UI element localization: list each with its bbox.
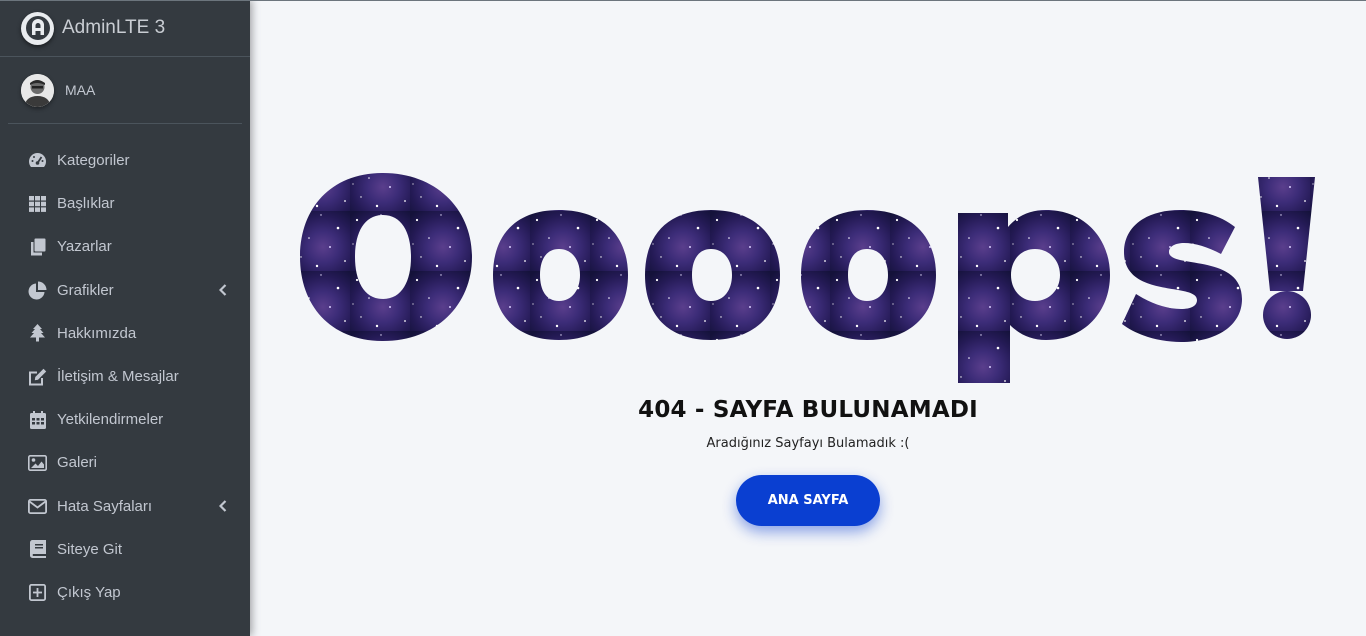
grid-icon [28, 194, 47, 213]
plus-square-icon [28, 583, 47, 602]
sidebar-item-iletisim-mesajlar[interactable]: İletişim & Mesajlar [0, 355, 250, 398]
tree-icon [28, 324, 47, 343]
calendar-icon [28, 410, 47, 429]
sidebar-item-label: Siteye Git [57, 540, 123, 558]
sidebar-item-kategoriler[interactable]: Kategoriler [0, 139, 250, 182]
top-border-line [0, 0, 1366, 1]
sidebar-item-yazarlar[interactable]: Yazarlar [0, 225, 250, 268]
sidebar-item-label: Hata Sayfaları [57, 497, 153, 515]
sidebar-item-label: İletişim & Mesajlar [57, 368, 179, 386]
book-icon [28, 540, 47, 559]
sidebar-item-hakkimizda[interactable]: Hakkımızda [0, 312, 250, 355]
pie-chart-icon [28, 281, 47, 300]
main-content: 404 - SAYFA BULUNAMADI Aradığınız Sayfay… [250, 1, 1366, 636]
sidebar-item-label: Çıkış Yap [57, 583, 121, 601]
chevron-left-icon [218, 499, 228, 513]
sidebar-item-hata-sayfalari[interactable]: Hata Sayfaları [0, 485, 250, 528]
brand-name: AdminLTE 3 [62, 17, 166, 38]
sidebar-item-galeri[interactable]: Galeri [0, 441, 250, 484]
adminlte-logo-icon [21, 11, 54, 45]
home-button[interactable]: ANA SAYFA [736, 475, 880, 526]
sidebar-item-label: Hakkımızda [57, 324, 137, 342]
user-name: MAA [65, 82, 96, 98]
envelope-icon [28, 497, 47, 516]
chevron-left-icon [218, 283, 228, 297]
sidebar-item-grafikler[interactable]: Grafikler [0, 269, 250, 312]
sidebar-item-siteye-git[interactable]: Siteye Git [0, 528, 250, 571]
sidebar-item-label: Kategoriler [57, 152, 130, 170]
user-panel[interactable]: MAA [8, 57, 242, 124]
copy-icon [28, 237, 47, 256]
sidebar-item-label: Başlıklar [57, 195, 115, 213]
sidebar-item-label: Yetkilendirmeler [57, 411, 164, 429]
sidebar-item-basliklar[interactable]: Başlıklar [0, 182, 250, 225]
sidebar-item-cikis-yap[interactable]: Çıkış Yap [0, 571, 250, 614]
brand-link[interactable]: AdminLTE 3 [0, 0, 250, 57]
sidebar: AdminLTE 3 MAA Kategoriler Başlıklar Yaz… [0, 0, 250, 636]
sidebar-item-label: Galeri [57, 454, 98, 472]
error-title: 404 - SAYFA BULUNAMADI [638, 397, 978, 423]
edit-icon [28, 367, 47, 386]
sidebar-item-label: Grafikler [57, 281, 114, 299]
tachometer-icon [28, 151, 47, 170]
image-icon [28, 453, 47, 472]
sidebar-nav: Kategoriler Başlıklar Yazarlar Grafikler [0, 139, 250, 614]
sidebar-item-yetkilendirmeler[interactable]: Yetkilendirmeler [0, 398, 250, 441]
error-subtitle: Aradığınız Sayfayı Bulamadık :( [706, 436, 910, 451]
sidebar-item-label: Yazarlar [57, 238, 112, 256]
user-avatar-icon [21, 73, 54, 107]
oooops-headline [300, 173, 1315, 383]
